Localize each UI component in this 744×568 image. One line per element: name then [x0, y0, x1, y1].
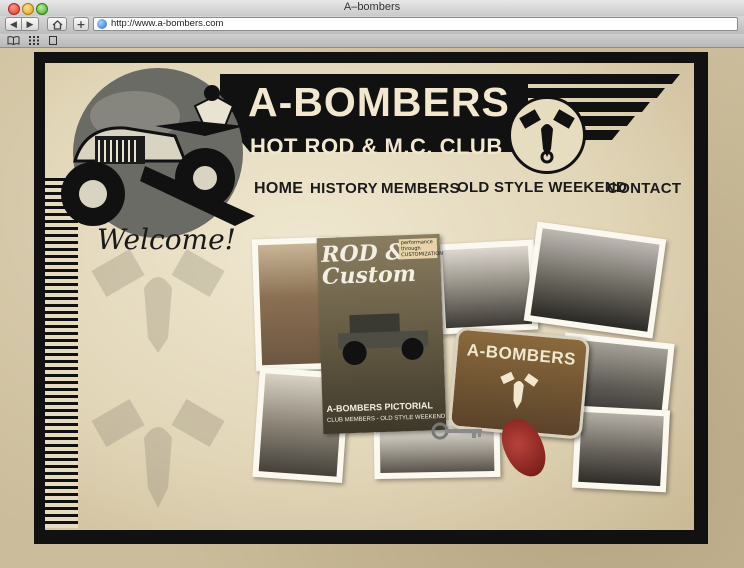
browser-toolbar: ◀ ▶ + http://www.a-bombers.com: [0, 16, 744, 34]
rod-custom-magazine[interactable]: ROD & Custom performance through CUSTOMIZ…: [316, 233, 447, 435]
nav-history[interactable]: HISTORY: [310, 180, 378, 197]
forward-arrow-icon: ▶: [26, 20, 34, 30]
back-button[interactable]: ◀: [5, 17, 22, 31]
keys-icon: [431, 422, 482, 440]
magazine-footer-title: A-BOMBERS PICTORIAL: [326, 400, 434, 414]
url-text[interactable]: http://www.a-bombers.com: [111, 18, 223, 30]
forward-button[interactable]: ▶: [22, 17, 39, 31]
globe-icon: [97, 19, 107, 29]
square-icon[interactable]: [49, 36, 57, 48]
window-titlebar: A–bombers: [0, 0, 744, 17]
add-bookmark-button[interactable]: +: [73, 17, 89, 31]
magazine-footer-subtitle: CLUB MEMBERS - OLD STYLE WEEKEND: [326, 413, 446, 424]
book-icon[interactable]: [7, 36, 20, 48]
address-bar[interactable]: http://www.a-bombers.com: [93, 17, 738, 31]
piston-watermark: [91, 399, 225, 508]
nav-old-style-weekend[interactable]: OLD STYLE WEEKEND: [457, 179, 627, 196]
site-title: A-BOMBERS: [248, 79, 510, 125]
magazine-car-image: [337, 313, 429, 365]
piston-watermark: [91, 249, 225, 353]
photo-image: [530, 228, 660, 332]
bookmarks-bar: [0, 34, 744, 48]
piston-logo: [508, 96, 586, 174]
hot-rod-illustration: [61, 85, 255, 226]
site-subtitle: HOT ROD & M.C. CLUB: [250, 134, 503, 159]
web-page: A-BOMBERS HOT ROD & M.C. CLUB HOME HISTO…: [0, 48, 744, 568]
plus-icon: +: [76, 18, 86, 31]
grid-icon[interactable]: [29, 36, 39, 48]
photo-coupe[interactable]: [523, 221, 667, 339]
crossed-pistons-icon: [519, 109, 575, 164]
photo-gathering[interactable]: [571, 405, 671, 493]
photo-image: [578, 411, 664, 487]
nav-members[interactable]: MEMBERS: [381, 180, 460, 197]
plate-piston-icon: [500, 371, 539, 409]
back-arrow-icon: ◀: [10, 20, 17, 30]
nav-home[interactable]: HOME: [254, 180, 303, 198]
magazine-tagline: performance through CUSTOMIZATION: [398, 238, 443, 260]
photo-image: [442, 245, 532, 329]
window-title: A–bombers: [343, 1, 401, 13]
home-icon: [52, 20, 62, 30]
nav-contact[interactable]: CONTACT: [607, 180, 681, 197]
home-button[interactable]: [47, 17, 67, 31]
plate-text: A-BOMBERS: [466, 340, 577, 369]
